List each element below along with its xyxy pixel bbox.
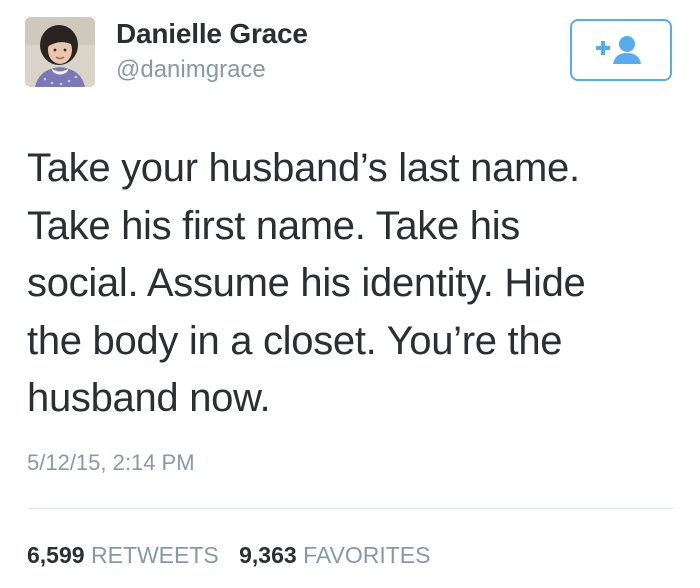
follow-button[interactable] bbox=[570, 19, 672, 81]
profile-photo-icon bbox=[25, 17, 95, 87]
tweet-text-line: the body in a closet. You’re the bbox=[27, 318, 563, 363]
tweet-card: Danielle Grace @danimgrace Take your hus… bbox=[0, 0, 700, 588]
divider bbox=[27, 508, 673, 509]
favorites-label: FAVORITES bbox=[303, 542, 431, 568]
avatar[interactable] bbox=[25, 17, 95, 87]
tweet-stats: 6,599 RETWEETS 9,363 FAVORITES bbox=[27, 542, 430, 569]
tweet-text: Take your husband’s last name. Take his … bbox=[27, 140, 667, 428]
retweets-stat[interactable]: 6,599 RETWEETS bbox=[27, 542, 219, 568]
tweet-text-line: Take his first name. Take his bbox=[27, 203, 520, 248]
tweet-timestamp[interactable]: 5/12/15, 2:14 PM bbox=[27, 450, 195, 476]
add-user-icon bbox=[596, 36, 641, 64]
retweets-count: 6,599 bbox=[27, 542, 85, 568]
favorites-count: 9,363 bbox=[239, 542, 297, 568]
user-handle[interactable]: @danimgrace bbox=[116, 56, 266, 84]
tweet-text-line: Take your husband’s last name. bbox=[27, 146, 580, 190]
display-name[interactable]: Danielle Grace bbox=[116, 18, 308, 50]
tweet-text-line: social. Assume his identity. Hide bbox=[27, 261, 586, 305]
retweets-label: RETWEETS bbox=[90, 542, 219, 568]
favorites-stat[interactable]: 9,363 FAVORITES bbox=[239, 542, 430, 568]
tweet-text-line: husband now. bbox=[27, 376, 271, 420]
